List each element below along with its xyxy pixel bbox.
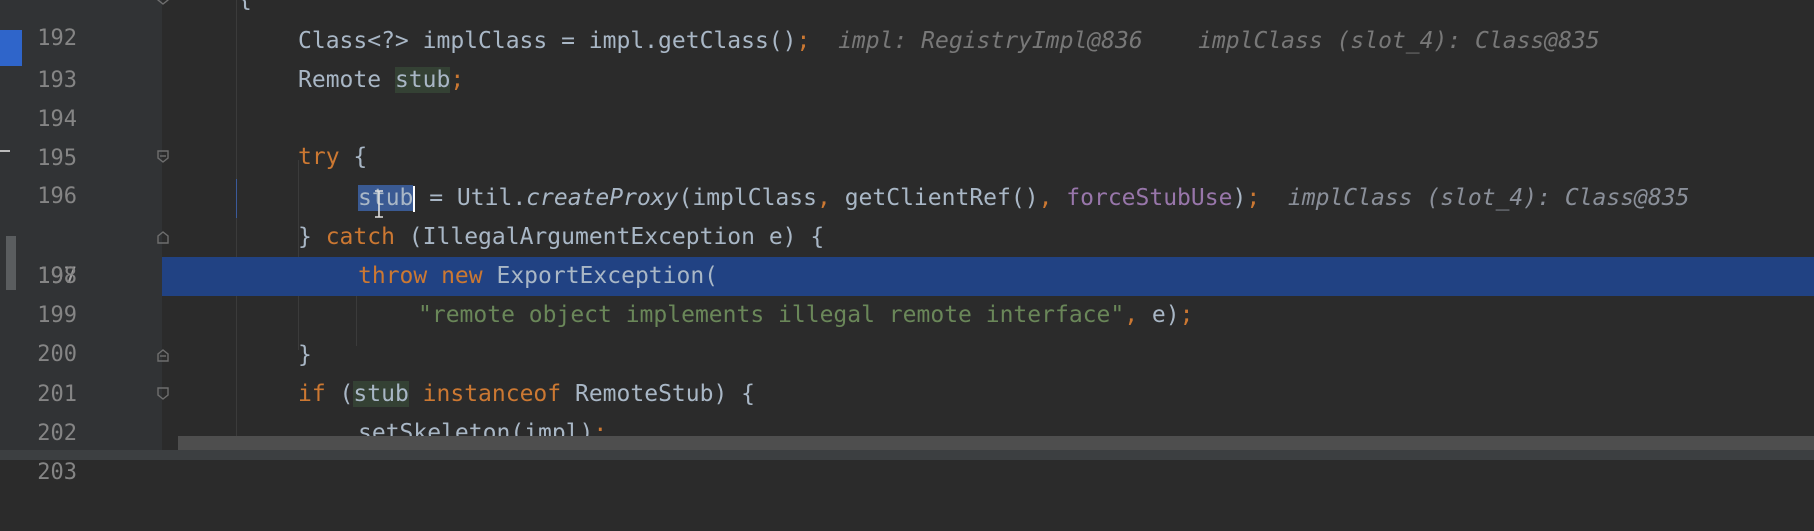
fold-icon[interactable]: [156, 150, 170, 164]
code-line[interactable]: 192 {: [0, 0, 1814, 51]
code-token: try: [298, 144, 340, 170]
code-token: ExportException(: [482, 263, 719, 289]
code-line[interactable]: 196 try {: [0, 138, 1814, 209]
variable-usage-highlight: stub: [394, 67, 451, 93]
inline-debug-hint: implClass (slot_4): Class@835: [1287, 185, 1690, 211]
code-token: }: [298, 224, 326, 250]
fold-icon[interactable]: [156, 0, 170, 6]
code-token: catch: [325, 224, 395, 250]
code-token: if: [298, 381, 326, 407]
code-text: {: [238, 0, 252, 19]
code-token: forceStubUse: [1066, 185, 1233, 211]
code-token: instanceof: [422, 381, 562, 407]
code-line[interactable]: 195: [0, 100, 1814, 171]
code-token: (IllegalArgumentException e) {: [394, 224, 825, 250]
indent-guide: [236, 179, 237, 218]
code-text: } catch (IllegalArgumentException e) {: [298, 218, 824, 257]
code-text: Class<?> implClass = impl.getClass(); im…: [298, 22, 1600, 61]
fold-icon[interactable]: [156, 387, 170, 401]
code-line[interactable]: 194 Remote stub;: [0, 61, 1814, 132]
code-token: ,: [816, 185, 831, 211]
code-token: ,: [1038, 185, 1053, 211]
text-cursor-icon: [375, 190, 383, 218]
code-token: e): [1138, 302, 1180, 328]
current-execution-line[interactable]: 197 stub = Util.createProxy(implClass, g…: [0, 179, 1814, 296]
code-text: Remote stub;: [298, 61, 464, 100]
code-text: }: [298, 342, 312, 368]
inline-debug-hint: impl: RegistryImpl@836: [838, 28, 1143, 54]
code-token: = Util.: [415, 185, 527, 211]
code-token: (: [325, 381, 354, 407]
horizontal-scrollbar-thumb[interactable]: [178, 436, 1814, 450]
code-token: throw new: [358, 263, 483, 289]
inline-debug-hint: implClass (slot_4): Class@835: [1198, 28, 1600, 54]
code-text: throw new ExportException(: [358, 257, 718, 296]
code-line[interactable]: 200 "remote object implements illegal re…: [0, 296, 1814, 367]
code-token: {: [339, 144, 368, 170]
code-token: (implClass: [678, 185, 817, 211]
variable-usage-highlight: stub: [353, 381, 409, 407]
code-token: RemoteStub) {: [561, 381, 756, 407]
string-literal: "remote object implements illegal remote…: [418, 302, 1125, 328]
code-text: stub = Util.createProxy(implClass, getCl…: [358, 179, 1689, 218]
code-line[interactable]: 202 if (stub instanceof RemoteStub) {: [0, 375, 1814, 446]
code-token: getClientRef(): [830, 185, 1039, 211]
selected-word: stub: [358, 185, 414, 211]
code-token: stub: [358, 185, 414, 211]
code-token: ;: [1179, 302, 1194, 328]
code-token: ,: [1124, 302, 1139, 328]
bottom-border: [0, 450, 1814, 460]
code-token: ;: [1246, 185, 1261, 211]
code-line[interactable]: 201 }: [0, 336, 1814, 407]
code-line[interactable]: 199 throw new ExportException(: [0, 257, 1814, 328]
code-token: Class<?> implClass = impl.getClass(): [298, 28, 797, 54]
code-text: if (stub instanceof RemoteStub) {: [298, 375, 755, 414]
code-token: Remote: [298, 67, 395, 93]
code-line[interactable]: 193 Class<?> implClass = impl.getClass()…: [0, 22, 1814, 93]
code-line[interactable]: 198 } catch (IllegalArgumentException e)…: [0, 218, 1814, 289]
code-text: "remote object implements illegal remote…: [418, 296, 1193, 335]
code-token: createProxy: [526, 185, 679, 211]
fold-icon[interactable]: [156, 348, 170, 362]
fold-icon[interactable]: [156, 230, 170, 244]
code-token: ;: [450, 67, 465, 93]
code-token: ;: [796, 28, 811, 54]
code-text: try {: [298, 138, 367, 177]
code-token: ): [1232, 185, 1247, 211]
